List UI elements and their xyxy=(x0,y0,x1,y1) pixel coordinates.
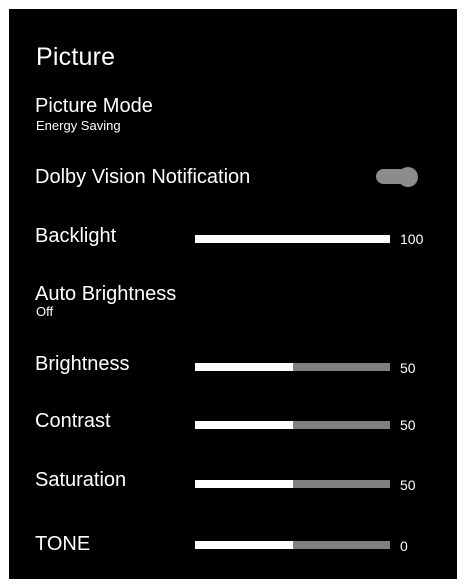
auto-brightness-value: Off xyxy=(36,304,54,319)
contrast-slider-fill xyxy=(195,421,293,429)
contrast-value: 50 xyxy=(400,417,416,433)
saturation-slider[interactable] xyxy=(195,480,390,488)
saturation-label: Saturation xyxy=(35,469,127,491)
toggle-knob xyxy=(398,167,418,187)
brightness-slider[interactable] xyxy=(195,363,390,371)
saturation-value: 50 xyxy=(400,477,416,493)
picture-mode-label: Picture Mode xyxy=(35,95,153,117)
saturation-slider-fill xyxy=(195,480,293,488)
tone-slider-fill xyxy=(195,541,293,549)
brightness-label: Brightness xyxy=(35,353,130,375)
backlight-slider-fill xyxy=(195,235,390,243)
contrast-slider[interactable] xyxy=(195,421,390,429)
dolby-vision-notification-toggle[interactable] xyxy=(376,167,419,187)
brightness-slider-fill xyxy=(195,363,293,371)
backlight-value: 100 xyxy=(400,231,424,247)
page-title: Picture xyxy=(36,43,116,71)
tone-value: 0 xyxy=(400,538,408,554)
auto-brightness-label: Auto Brightness xyxy=(35,283,177,305)
backlight-label: Backlight xyxy=(35,225,117,247)
tone-slider[interactable] xyxy=(195,541,390,549)
picture-settings-panel: Picture Picture Mode Energy Saving Dolby… xyxy=(9,9,457,579)
brightness-value: 50 xyxy=(400,360,416,376)
picture-mode-value: Energy Saving xyxy=(36,118,121,133)
backlight-slider[interactable] xyxy=(195,235,390,243)
dolby-vision-notification-label: Dolby Vision Notification xyxy=(35,166,251,188)
tone-label: TONE xyxy=(35,533,91,555)
contrast-label: Contrast xyxy=(35,410,111,432)
